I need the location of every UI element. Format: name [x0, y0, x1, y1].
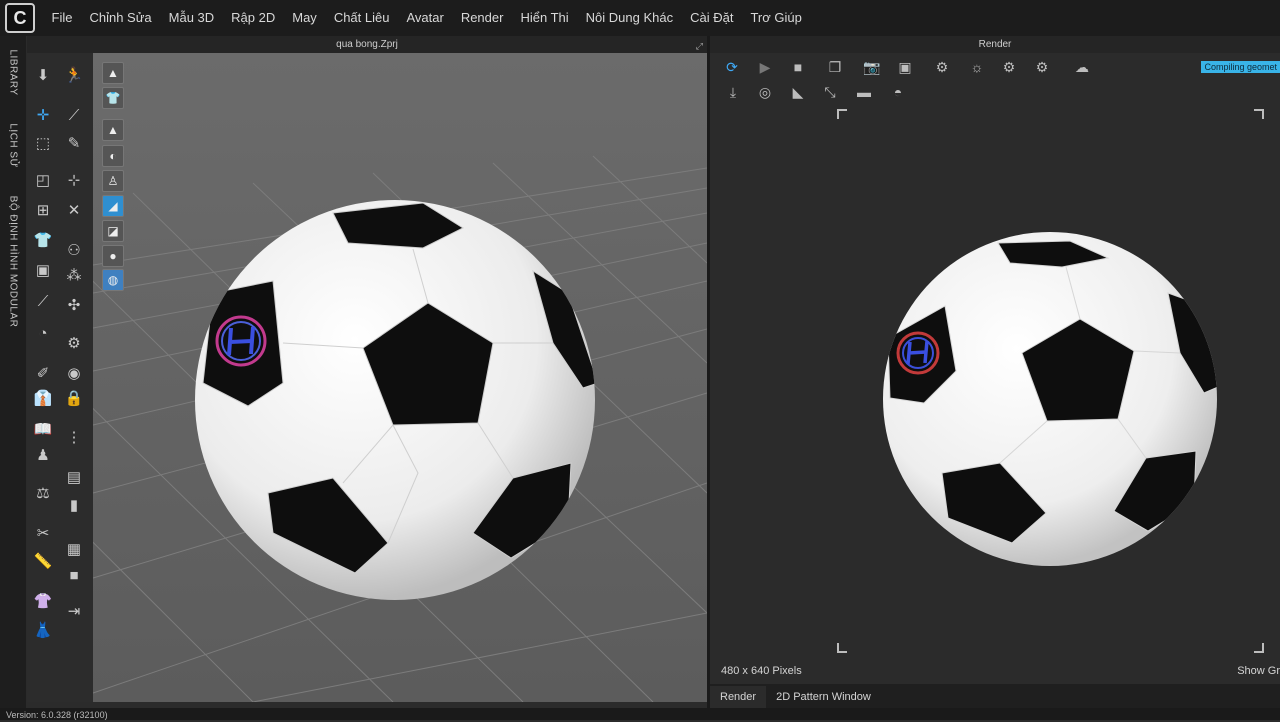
render-logo-emblem — [896, 331, 940, 375]
version-label: Version: 6.0.328 (r32100) — [6, 710, 108, 720]
menu-avatar[interactable]: Avatar — [398, 0, 452, 36]
garment-icon[interactable]: 👔 — [31, 386, 55, 410]
brush-icon[interactable]: ⟋ — [62, 103, 86, 127]
needle-icon[interactable]: ✎ — [62, 131, 86, 155]
shirt-icon[interactable]: 👕 — [31, 228, 55, 252]
tab-render[interactable]: Render — [710, 686, 767, 708]
side-tab-bar: LIBRARY LỊCH SỬ BỘ ĐỊNH HÌNH MODULAR — [0, 36, 26, 708]
menu-render[interactable]: Render — [452, 0, 512, 36]
render-size-label: 480 x 640 Pixels — [721, 665, 802, 677]
tab-modular-configurator[interactable]: BỘ ĐỊNH HÌNH MODULAR — [0, 195, 26, 327]
scissors-icon[interactable]: ✂ — [31, 521, 55, 545]
avatar-view-icon[interactable]: ▲ — [102, 62, 124, 84]
show-grid-toggle[interactable]: Show Gr — [1237, 665, 1280, 677]
pin-icon[interactable]: ⊹ — [62, 168, 86, 192]
hanger-icon[interactable]: ▣ — [31, 258, 55, 282]
pen-icon[interactable]: ⟋ — [31, 289, 55, 313]
menu-bar: C File Chỉnh Sửa Mẫu 3D Rập 2D May Chất … — [0, 0, 1280, 36]
menu-display[interactable]: Hiển Thi — [512, 0, 577, 36]
soccer-ball-render — [883, 232, 1217, 566]
menu-file[interactable]: File — [43, 0, 81, 36]
app-logo[interactable]: C — [5, 3, 35, 33]
tab-library-label: LIBRARY — [7, 48, 19, 96]
draw-icon[interactable]: ✐ — [31, 361, 55, 385]
transform-icon[interactable]: ⊞ — [31, 198, 55, 222]
top-icon[interactable]: 👚 — [31, 589, 55, 613]
fabric-view-icon[interactable]: ▲ — [102, 119, 124, 141]
tab-history[interactable]: LỊCH SỬ — [0, 120, 26, 170]
fold-icon[interactable]: ◰ — [31, 168, 55, 192]
viewport-3d[interactable]: ▲ 👕 ▲ ◐ ♙ ◢ ◪ ● ◍ — [93, 53, 707, 702]
tape-icon[interactable]: ✕ — [62, 198, 86, 222]
render-preview — [883, 232, 1217, 566]
measure-icon[interactable]: ⚖ — [31, 481, 55, 505]
menu-edit[interactable]: Chỉnh Sửa — [81, 0, 160, 36]
square-icon[interactable]: ■ — [62, 563, 86, 587]
block-icon[interactable]: ▮ — [62, 493, 86, 517]
select-arrow-icon[interactable]: ⬇ — [31, 63, 55, 87]
menu-other-content[interactable]: Nôi Dung Khác — [577, 0, 681, 36]
render-panel: ⟳ ▶ ■ ❐ 📷 ▣ ⚙ ☼ ⚙ ⚙ ☁ Compiling geomet ⤓… — [710, 53, 1280, 684]
move-icon[interactable]: ✛ — [31, 103, 55, 127]
person-icon[interactable]: ♟ — [31, 443, 55, 467]
align-icon[interactable]: ⇥ — [62, 599, 86, 623]
fabric-icon[interactable]: ✣ — [62, 293, 86, 317]
ruler-icon[interactable]: 📏 — [31, 549, 55, 573]
dress-icon[interactable]: 👗 — [31, 618, 55, 642]
head-view-icon[interactable]: ● — [102, 245, 124, 267]
button-icon[interactable]: ⚇ — [62, 238, 86, 262]
layer-icon[interactable]: ▤ — [62, 465, 86, 489]
button-tool-icon[interactable]: ◉ — [62, 361, 86, 385]
menu-2d-pattern[interactable]: Rập 2D — [223, 0, 284, 36]
menu-materials[interactable]: Chất Liêu — [325, 0, 398, 36]
grid-icon[interactable]: ▦ — [62, 537, 86, 561]
magnet-icon[interactable]: ◔ — [31, 321, 55, 345]
shade-view-icon[interactable]: ◪ — [102, 220, 124, 242]
viewport-header: qua bong.Zprj ⤢ — [27, 36, 707, 53]
menu-sewing[interactable]: May — [284, 0, 326, 36]
tab-2d-pattern-window[interactable]: 2D Pattern Window — [766, 686, 881, 708]
walk-icon[interactable]: 🏃 — [62, 63, 86, 87]
rect-select-icon[interactable]: ⬚ — [31, 131, 55, 155]
soccer-ball-3d — [195, 200, 595, 600]
tab-modular-label: BỘ ĐỊNH HÌNH MODULAR — [7, 195, 19, 327]
tab-library[interactable]: LIBRARY — [0, 42, 26, 102]
status-bar: Version: 6.0.328 (r32100) — [0, 708, 1280, 720]
book-icon[interactable]: 📖 — [31, 417, 55, 441]
tool-strip: ⬇ 🏃 ✛ ⟋ ⬚ ✎ ◰ ⊹ ⊞ ✕ 👕 ⚇ ▣ ⁂ ✣ ⟋ ◔ ⚙ ✐ ◉ … — [27, 53, 93, 702]
zipper-icon[interactable]: ⋮ — [62, 425, 86, 449]
render-tab-bar: Render 2D Pattern Window — [710, 684, 1280, 708]
garment-view-icon[interactable]: 👕 — [102, 87, 124, 109]
surface-view-icon[interactable]: ◢ — [102, 195, 124, 217]
viewport-scene — [93, 155, 707, 702]
render-header: Render — [710, 36, 1280, 53]
tab-history-label: LỊCH SỬ — [7, 122, 19, 168]
viewport-title: qua bong.Zprj — [336, 39, 398, 50]
menu-settings[interactable]: Cài Đặt — [682, 0, 742, 36]
body-view-icon[interactable]: ♙ — [102, 170, 124, 192]
globe-view-icon[interactable]: ◍ — [102, 269, 124, 291]
lock-icon[interactable]: 🔒 — [62, 386, 86, 410]
settings-ball-icon[interactable]: ⚙ — [62, 331, 86, 355]
texture-view-icon[interactable]: ◐ — [102, 145, 124, 167]
menu-help[interactable]: Trơ Giúp — [742, 0, 810, 36]
menu-3d-garment[interactable]: Mẫu 3D — [160, 0, 223, 36]
render-title: Render — [978, 39, 1012, 50]
pattern-icon[interactable]: ⁂ — [62, 263, 86, 287]
